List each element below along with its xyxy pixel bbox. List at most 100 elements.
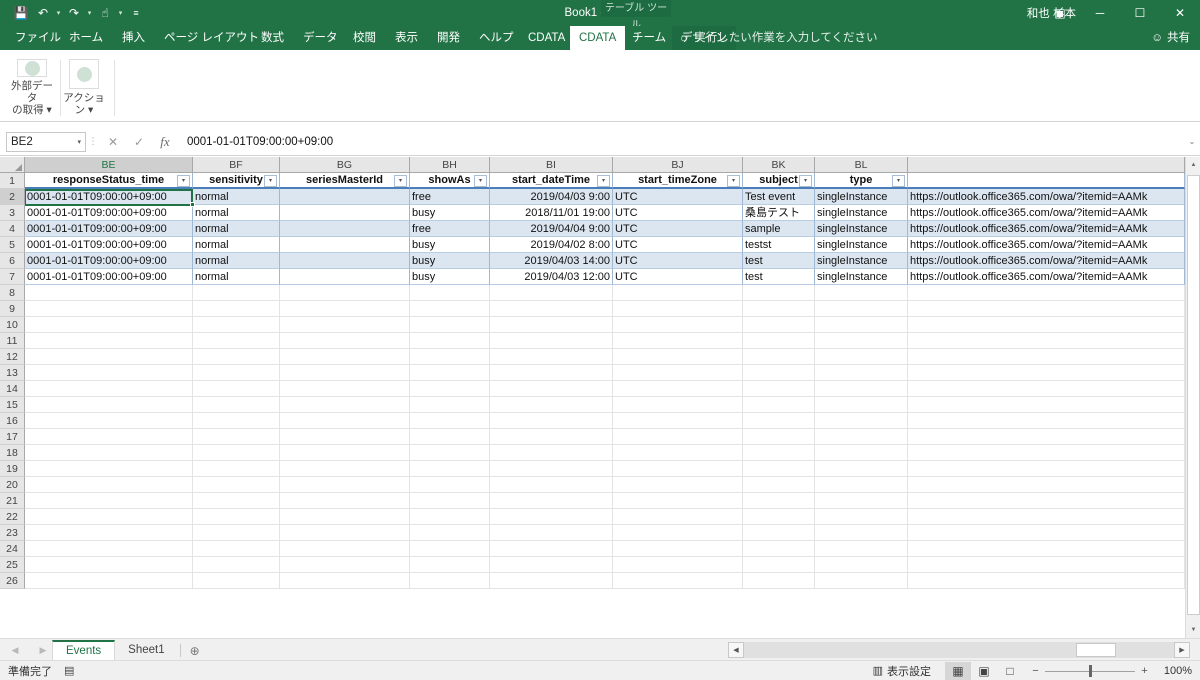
cell-sensitivity[interactable]: normal [193, 253, 280, 269]
empty-cell[interactable] [193, 333, 280, 349]
empty-cell[interactable] [410, 573, 490, 589]
add-sheet-icon[interactable]: ⊕ [183, 640, 207, 661]
page-layout-view-button[interactable]: ▣ [971, 662, 997, 680]
empty-cell[interactable] [743, 349, 815, 365]
empty-cell[interactable] [193, 541, 280, 557]
empty-cell[interactable] [743, 509, 815, 525]
cell-seriesMasterId[interactable] [280, 189, 410, 205]
cell-start_dateTime[interactable]: 2019/04/03 14:00 [490, 253, 613, 269]
row-header-8[interactable]: 8 [0, 285, 25, 301]
empty-cell[interactable] [815, 349, 908, 365]
row-header-10[interactable]: 10 [0, 317, 25, 333]
normal-view-button[interactable]: ▦ [945, 661, 971, 680]
display-settings-button[interactable]: ▥ 表示設定 [873, 663, 931, 679]
filter-dropdown-icon[interactable]: ▾ [727, 175, 740, 187]
empty-cell[interactable] [25, 541, 193, 557]
empty-cell[interactable] [25, 333, 193, 349]
empty-cell[interactable] [490, 413, 613, 429]
empty-cell[interactable] [613, 365, 743, 381]
empty-cell[interactable] [193, 349, 280, 365]
sheet-tab-events[interactable]: Events [52, 640, 116, 661]
row-header-5[interactable]: 5 [0, 237, 25, 253]
actions-button[interactable]: アクショ ン ▾ [58, 54, 110, 116]
empty-cell[interactable] [743, 525, 815, 541]
empty-cell[interactable] [908, 525, 1185, 541]
cell-start_dateTime[interactable]: 2018/11/01 19:00 [490, 205, 613, 221]
empty-cell[interactable] [490, 397, 613, 413]
formula-input[interactable]: 0001-01-01T09:00:00+09:00 [181, 132, 1182, 151]
cell-responseStatus_time[interactable]: 0001-01-01T09:00:00+09:00 [25, 253, 193, 269]
empty-cell[interactable] [908, 317, 1185, 333]
ribbon-tab-2[interactable]: 挿入 [113, 26, 154, 50]
ribbon-tab-7[interactable]: 表示 [386, 26, 427, 50]
maximize-button[interactable]: ☐ [1120, 0, 1160, 26]
scroll-right-icon[interactable]: ▶ [1174, 642, 1190, 658]
empty-cell[interactable] [743, 365, 815, 381]
empty-cell[interactable] [613, 493, 743, 509]
empty-cell[interactable] [815, 557, 908, 573]
horizontal-scrollbar[interactable]: ◀ ▶ [728, 642, 1190, 658]
empty-cell[interactable] [743, 317, 815, 333]
column-header-BJ[interactable]: BJ [613, 157, 743, 173]
empty-row[interactable] [25, 365, 1185, 381]
cell-type[interactable]: singleInstance [815, 253, 908, 269]
fill-handle[interactable] [190, 202, 195, 207]
row-header-11[interactable]: 11 [0, 333, 25, 349]
vertical-scrollbar[interactable]: ▲ ▼ [1185, 157, 1200, 638]
expand-formula-bar-icon[interactable]: ⌄ [1184, 137, 1200, 146]
zoom-level-label[interactable]: 100% [1154, 665, 1192, 677]
empty-row[interactable] [25, 301, 1185, 317]
empty-cell[interactable] [410, 445, 490, 461]
empty-cell[interactable] [410, 429, 490, 445]
cell-sensitivity[interactable]: normal [193, 237, 280, 253]
empty-cell[interactable] [280, 365, 410, 381]
cell-sensitivity[interactable]: normal [193, 189, 280, 205]
cell-seriesMasterId[interactable] [280, 221, 410, 237]
accessibility-icon[interactable]: ▤ [64, 664, 74, 677]
empty-row[interactable] [25, 461, 1185, 477]
cell-showAs[interactable]: busy [410, 269, 490, 285]
empty-cell[interactable] [193, 365, 280, 381]
empty-cell[interactable] [25, 429, 193, 445]
filter-dropdown-icon[interactable]: ▾ [597, 175, 610, 187]
column-header-BL[interactable]: BL [815, 157, 908, 173]
empty-cell[interactable] [613, 301, 743, 317]
empty-cell[interactable] [490, 349, 613, 365]
empty-cell[interactable] [815, 397, 908, 413]
empty-row[interactable] [25, 333, 1185, 349]
cell-subject[interactable]: Test event [743, 189, 815, 205]
empty-cell[interactable] [25, 365, 193, 381]
empty-cell[interactable] [280, 317, 410, 333]
empty-cell[interactable] [490, 557, 613, 573]
column-header-BI[interactable]: BI [490, 157, 613, 173]
empty-cell[interactable] [280, 493, 410, 509]
empty-cell[interactable] [743, 397, 815, 413]
empty-cell[interactable] [280, 381, 410, 397]
row-header-4[interactable]: 4 [0, 221, 25, 237]
empty-cell[interactable] [908, 333, 1185, 349]
empty-cell[interactable] [280, 525, 410, 541]
empty-cell[interactable] [908, 445, 1185, 461]
empty-cell[interactable] [25, 445, 193, 461]
empty-cell[interactable] [25, 285, 193, 301]
empty-cell[interactable] [815, 477, 908, 493]
empty-cell[interactable] [743, 301, 815, 317]
empty-cell[interactable] [490, 573, 613, 589]
empty-cell[interactable] [193, 493, 280, 509]
empty-cell[interactable] [815, 365, 908, 381]
empty-cell[interactable] [193, 317, 280, 333]
zoom-control[interactable]: − + 100% [1031, 664, 1192, 677]
table-row[interactable]: 0001-01-01T09:00:00+09:00 normal busy 2018/… [25, 205, 1185, 221]
cell-showAs[interactable]: free [410, 221, 490, 237]
row-header-12[interactable]: 12 [0, 349, 25, 365]
empty-cell[interactable] [410, 413, 490, 429]
name-box-chevron-down-icon[interactable]: ▾ [77, 138, 81, 146]
empty-row[interactable] [25, 541, 1185, 557]
row-header-1[interactable]: 1 [0, 173, 25, 189]
empty-cell[interactable] [280, 301, 410, 317]
empty-cell[interactable] [490, 365, 613, 381]
table-row[interactable]: 0001-01-01T09:00:00+09:00 normal busy 2019/… [25, 237, 1185, 253]
empty-cell[interactable] [815, 509, 908, 525]
empty-cell[interactable] [280, 477, 410, 493]
cell-showAs[interactable]: busy [410, 237, 490, 253]
